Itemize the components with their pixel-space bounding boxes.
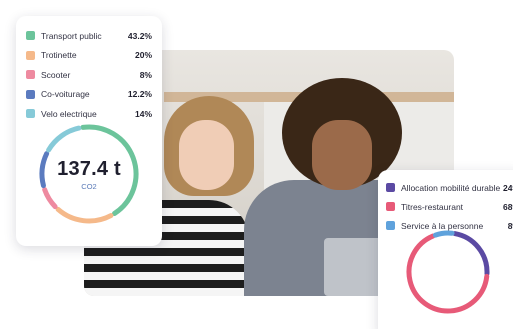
legend-label: Trotinette xyxy=(41,50,77,61)
legend-swatch xyxy=(386,202,395,211)
legend-item-co-voiturage: Co-voiturage 12.2% xyxy=(26,85,152,105)
legend-item-scooter: Scooter 8% xyxy=(26,65,152,85)
legend-label: Velo electrique xyxy=(41,108,97,119)
legend-swatch xyxy=(386,183,395,192)
mobility-co2-card: Transport public 43.2% Trotinette 20% Sc… xyxy=(16,16,162,246)
legend-value: 24% xyxy=(502,182,513,193)
legend-label: Titres-restaurant xyxy=(401,201,464,212)
benefits-card: Allocation mobilité durable 24% Titres-r… xyxy=(378,170,513,329)
legend-label: Scooter xyxy=(41,69,71,80)
donut-center: 137.4 t CO2 xyxy=(36,121,142,227)
legend-label: Transport public xyxy=(41,30,102,41)
photo-person-right-face xyxy=(312,120,372,190)
legend-swatch xyxy=(26,50,35,60)
legend-item-trotinette: Trotinette 20% xyxy=(26,46,152,66)
mobility-legend: Transport public 43.2% Trotinette 20% Sc… xyxy=(26,26,152,124)
legend-value: 8% xyxy=(507,220,513,231)
legend-value: 12.2% xyxy=(127,89,152,100)
legend-swatch xyxy=(386,221,395,230)
legend-item-allocation-mobilite: Allocation mobilité durable 24% xyxy=(386,178,513,197)
co2-unit: CO2 xyxy=(81,181,97,191)
legend-value: 14% xyxy=(134,108,152,119)
benefits-donut-chart xyxy=(404,228,492,316)
legend-item-titres-restaurant: Titres-restaurant 68% xyxy=(386,197,513,216)
co2-donut-chart: 137.4 t CO2 xyxy=(36,121,142,227)
legend-value: 43.2% xyxy=(127,30,152,41)
legend-label: Co-voiturage xyxy=(41,89,90,100)
legend-value: 8% xyxy=(139,69,152,80)
co2-total-value: 137.4 t xyxy=(57,157,121,180)
benefits-legend: Allocation mobilité durable 24% Titres-r… xyxy=(386,178,513,235)
legend-item-transport-public: Transport public 43.2% xyxy=(26,26,152,46)
legend-value: 68% xyxy=(502,201,513,212)
legend-swatch xyxy=(26,109,35,119)
legend-value: 20% xyxy=(134,50,152,61)
benefits-donut-svg xyxy=(406,230,490,314)
legend-swatch xyxy=(26,89,35,99)
donut-segment-0 xyxy=(452,231,490,277)
donut-segment-2 xyxy=(432,230,455,238)
legend-label: Allocation mobilité durable xyxy=(401,182,501,193)
legend-swatch xyxy=(26,31,35,41)
photo-person-left-face xyxy=(179,120,234,190)
legend-swatch xyxy=(26,70,35,80)
